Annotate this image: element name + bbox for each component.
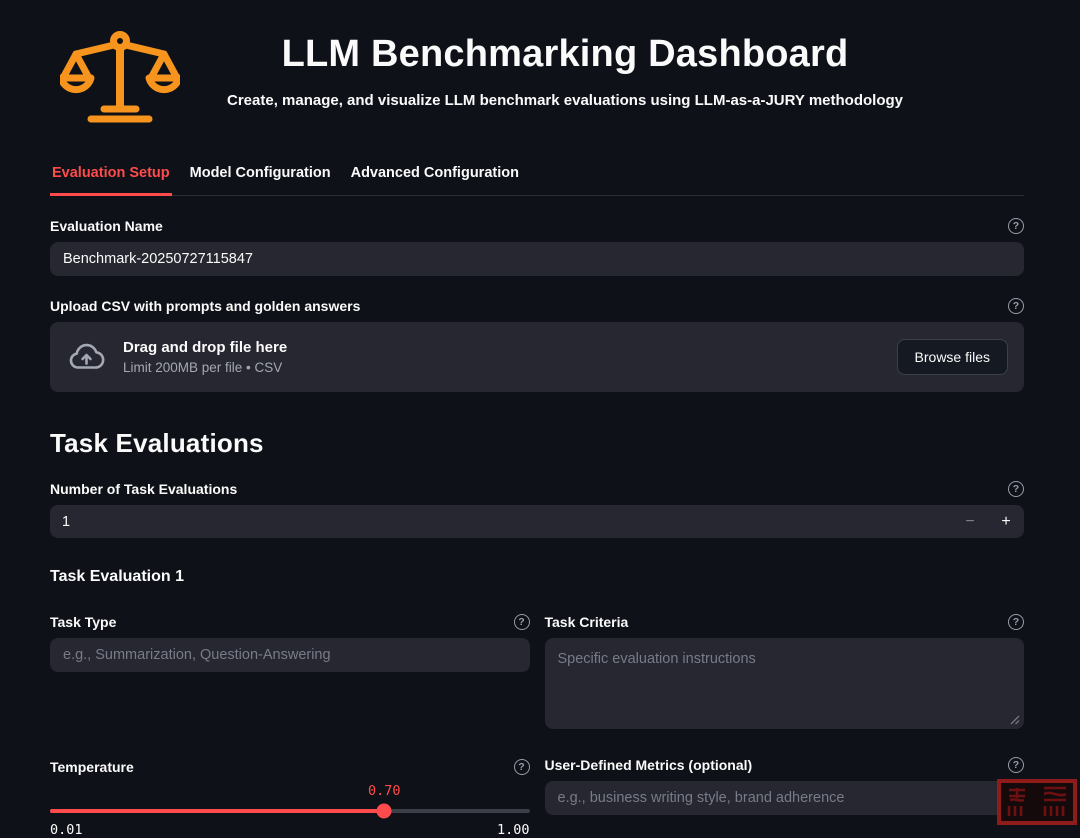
user-metrics-input[interactable] — [545, 781, 1025, 815]
task-count-value[interactable]: 1 — [50, 505, 952, 538]
task-type-column: Task Type — [50, 588, 530, 729]
task-type-label: Task Type — [50, 614, 116, 630]
dropzone-title: Drag and drop file here — [123, 339, 287, 356]
task-evaluations-section-title: Task Evaluations — [50, 428, 1024, 459]
upload-csv-label: Upload CSV with prompts and golden answe… — [50, 298, 360, 314]
evaluation-name-label: Evaluation Name — [50, 218, 163, 234]
tab-model-configuration[interactable]: Model Configuration — [188, 163, 333, 195]
evaluation-name-input[interactable] — [50, 242, 1024, 276]
tab-bar: Evaluation Setup Model Configuration Adv… — [50, 163, 1024, 196]
temperature-value: 0.70 — [368, 783, 401, 799]
page-title: LLM Benchmarking Dashboard — [180, 33, 950, 76]
chinese-seal-watermark-icon — [996, 778, 1078, 826]
task-count-stepper[interactable]: 1 − + — [50, 505, 1024, 538]
decrement-button[interactable]: − — [952, 505, 988, 538]
page-subtitle: Create, manage, and visualize LLM benchm… — [180, 92, 950, 109]
app-header: LLM Benchmarking Dashboard Create, manag… — [0, 0, 1080, 129]
user-metrics-column: User-Defined Metrics (optional) — [545, 731, 1025, 838]
textarea-resize-handle[interactable] — [1010, 715, 1020, 725]
scales-of-justice-icon — [60, 25, 180, 129]
temperature-slider-thumb[interactable] — [377, 804, 392, 819]
browse-files-button[interactable]: Browse files — [897, 339, 1008, 375]
task-count-help-icon[interactable] — [1008, 481, 1024, 497]
user-metrics-label: User-Defined Metrics (optional) — [545, 757, 753, 773]
task-count-label: Number of Task Evaluations — [50, 481, 237, 497]
temperature-column: Temperature 0.70 0.01 1.00 — [50, 733, 530, 838]
temperature-help-icon[interactable] — [514, 759, 530, 775]
tab-evaluation-setup[interactable]: Evaluation Setup — [50, 163, 172, 196]
task-criteria-label: Task Criteria — [545, 614, 629, 630]
temperature-label: Temperature — [50, 759, 134, 775]
evaluation-name-help-icon[interactable] — [1008, 218, 1024, 234]
cloud-upload-icon — [68, 343, 105, 371]
tab-advanced-configuration[interactable]: Advanced Configuration — [349, 163, 521, 195]
csv-dropzone[interactable]: Drag and drop file here Limit 200MB per … — [50, 322, 1024, 392]
upload-csv-help-icon[interactable] — [1008, 298, 1024, 314]
temperature-slider[interactable] — [50, 809, 530, 813]
task-type-help-icon[interactable] — [514, 614, 530, 630]
increment-button[interactable]: + — [988, 505, 1024, 538]
task-criteria-column: Task Criteria — [545, 588, 1025, 729]
user-metrics-help-icon[interactable] — [1008, 757, 1024, 773]
main-content: Evaluation Setup Model Configuration Adv… — [0, 163, 1080, 838]
task-type-input[interactable] — [50, 638, 530, 672]
dropzone-hint: Limit 200MB per file • CSV — [123, 360, 287, 375]
task-criteria-help-icon[interactable] — [1008, 614, 1024, 630]
task-evaluation-1-title: Task Evaluation 1 — [50, 568, 1024, 586]
task-criteria-textarea[interactable] — [545, 638, 1025, 729]
temperature-min-label: 0.01 — [50, 822, 83, 838]
temperature-slider-fill — [50, 809, 384, 813]
temperature-max-label: 1.00 — [497, 822, 530, 838]
